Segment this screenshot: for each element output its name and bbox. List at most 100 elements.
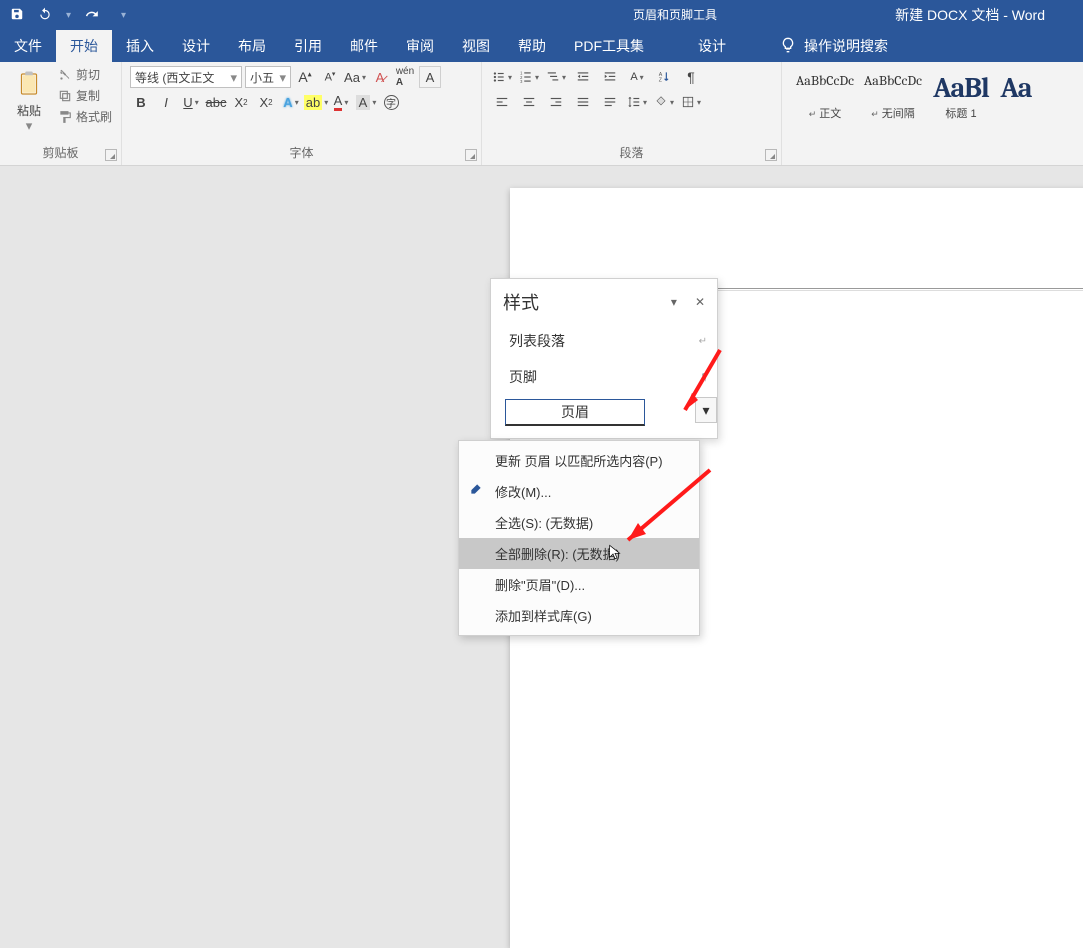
bullets-button[interactable] [490, 66, 514, 88]
bold-button[interactable]: B [130, 91, 152, 113]
align-center-button[interactable] [517, 91, 541, 113]
align-right-icon [549, 95, 563, 109]
phonetic-guide-button[interactable]: wénA [394, 66, 416, 88]
align-right-button[interactable] [544, 91, 568, 113]
tab-insert[interactable]: 插入 [112, 30, 168, 62]
styles-pane-close-icon[interactable]: ✕ [695, 295, 705, 309]
style-normal[interactable]: AaBbCcDc ↵ 正文 [792, 68, 858, 124]
style-context-menu: 更新 页眉 以匹配所选内容(P) 修改(M)... 全选(S): (无数据) 全… [458, 440, 700, 636]
align-left-button[interactable] [490, 91, 514, 113]
ctx-add-to-gallery[interactable]: 添加到样式库(G) [459, 600, 699, 631]
font-color-button[interactable]: A [330, 91, 352, 113]
qat-customize-icon[interactable]: ▾ [121, 10, 126, 21]
shading-button[interactable] [652, 91, 676, 113]
multilevel-list-button[interactable] [544, 66, 568, 88]
highlight-button[interactable]: ab [305, 91, 327, 113]
group-paragraph-title: 段落 [490, 144, 773, 163]
cut-button[interactable]: 剪切 [58, 66, 112, 83]
align-justify-button[interactable] [571, 91, 595, 113]
italic-button[interactable]: I [155, 91, 177, 113]
underline-button[interactable]: U [180, 91, 202, 113]
tab-header-footer-design[interactable]: 设计 [684, 30, 740, 62]
numbering-button[interactable]: 123 [517, 66, 541, 88]
redo-icon[interactable] [85, 7, 99, 24]
ctx-modify[interactable]: 修改(M)... [459, 476, 699, 507]
shrink-font-button[interactable]: A▾ [319, 66, 341, 88]
tab-layout[interactable]: 布局 [224, 30, 280, 62]
decrease-indent-button[interactable] [571, 66, 595, 88]
clear-formatting-button[interactable]: A̷ [369, 66, 391, 88]
ctx-remove-all[interactable]: 全部删除(R): (无数据) [459, 538, 699, 569]
styles-gallery[interactable]: AaBbCcDc ↵ 正文 AaBbCcDc ↵ 无间隔 AaBl 标题 1 A… [790, 66, 1075, 126]
align-justify-icon [576, 95, 590, 109]
font-launcher[interactable] [465, 149, 477, 161]
paste-button[interactable]: 粘贴 ▾ [8, 66, 50, 132]
tab-help[interactable]: 帮助 [504, 30, 560, 62]
enclose-characters-button[interactable]: 字 [380, 91, 402, 113]
style-heading1[interactable]: AaBl 标题 1 [928, 68, 994, 124]
copy-button[interactable]: 复制 [58, 87, 112, 104]
styles-pane-item-list-paragraph[interactable]: 列表段落↵ [505, 323, 711, 359]
styles-pane-title: 样式 [503, 289, 539, 315]
align-center-icon [522, 95, 536, 109]
font-size-combo[interactable]: 小五▾ [245, 66, 291, 88]
tell-me-search[interactable]: 操作说明搜索 [780, 30, 888, 62]
ctx-delete-style[interactable]: 删除"页眉"(D)... [459, 569, 699, 600]
increase-indent-icon [603, 70, 617, 84]
tab-file[interactable]: 文件 [0, 30, 56, 62]
grow-font-button[interactable]: A▴ [294, 66, 316, 88]
sort-icon: AZ [657, 70, 671, 84]
tab-design[interactable]: 设计 [168, 30, 224, 62]
style-no-spacing[interactable]: AaBbCcDc ↵ 无间隔 [860, 68, 926, 124]
paragraph-launcher[interactable] [765, 149, 777, 161]
ctx-select-all[interactable]: 全选(S): (无数据) [459, 507, 699, 538]
line-spacing-icon [627, 95, 641, 109]
subscript-button[interactable]: X2 [230, 91, 252, 113]
tab-mailings[interactable]: 邮件 [336, 30, 392, 62]
line-spacing-button[interactable] [625, 91, 649, 113]
tab-pdf-tools[interactable]: PDF工具集 [560, 30, 658, 62]
ribbon-tabs: 文件 开始 插入 设计 布局 引用 邮件 审阅 视图 帮助 PDF工具集 设计 … [0, 30, 1083, 62]
shading-icon [654, 95, 668, 109]
increase-indent-button[interactable] [598, 66, 622, 88]
undo-dropdown-icon[interactable]: ▾ [66, 10, 71, 21]
undo-icon[interactable] [38, 7, 52, 24]
character-border-button[interactable]: A [419, 66, 441, 88]
styles-pane-item-footer[interactable]: 页脚¶ [505, 359, 711, 395]
styles-pane-options-icon[interactable]: ▾ [671, 295, 677, 309]
lightbulb-icon [780, 37, 796, 56]
show-marks-button[interactable]: ¶ [679, 66, 703, 88]
group-styles: AaBbCcDc ↵ 正文 AaBbCcDc ↵ 无间隔 AaBl 标题 1 A… [782, 62, 1083, 165]
styles-pane-item-header[interactable]: 页眉 ▾ [505, 395, 711, 430]
ctx-update-match[interactable]: 更新 页眉 以匹配所选内容(P) [459, 445, 699, 476]
style-item-dropdown-button[interactable]: ▾ [695, 397, 717, 423]
svg-text:Z: Z [659, 78, 663, 84]
asian-layout-button[interactable]: A [625, 66, 649, 88]
superscript-button[interactable]: X2 [255, 91, 277, 113]
font-name-combo[interactable]: 等线 (西文正文▾ [130, 66, 242, 88]
borders-button[interactable] [679, 91, 703, 113]
tab-home[interactable]: 开始 [56, 30, 112, 62]
title-bar: ▾ ▾ 页眉和页脚工具 新建 DOCX 文档 - Word [0, 0, 1083, 30]
paste-dropdown-icon[interactable]: ▾ [26, 119, 33, 132]
sort-button[interactable]: AZ [652, 66, 676, 88]
format-painter-button[interactable]: 格式刷 [58, 108, 112, 125]
group-font: 等线 (西文正文▾ 小五▾ A▴ A▾ Aa A̷ wénA A B I U a… [122, 62, 482, 165]
multilevel-icon [546, 70, 560, 84]
align-distributed-button[interactable] [598, 91, 622, 113]
paste-label: 粘贴 [17, 102, 41, 119]
clipboard-launcher[interactable] [105, 149, 117, 161]
tab-view[interactable]: 视图 [448, 30, 504, 62]
text-effects-button[interactable]: A [280, 91, 302, 113]
format-painter-icon [58, 110, 72, 124]
change-case-button[interactable]: Aa [344, 66, 366, 88]
cursor-icon [607, 542, 623, 562]
strikethrough-button[interactable]: abc [205, 91, 227, 113]
tab-references[interactable]: 引用 [280, 30, 336, 62]
tab-review[interactable]: 审阅 [392, 30, 448, 62]
borders-icon [681, 95, 695, 109]
character-shading-button[interactable]: A [355, 91, 377, 113]
save-icon[interactable] [10, 7, 24, 24]
chevron-down-icon: ▾ [279, 71, 286, 84]
style-heading2[interactable]: Aa [996, 68, 1036, 124]
